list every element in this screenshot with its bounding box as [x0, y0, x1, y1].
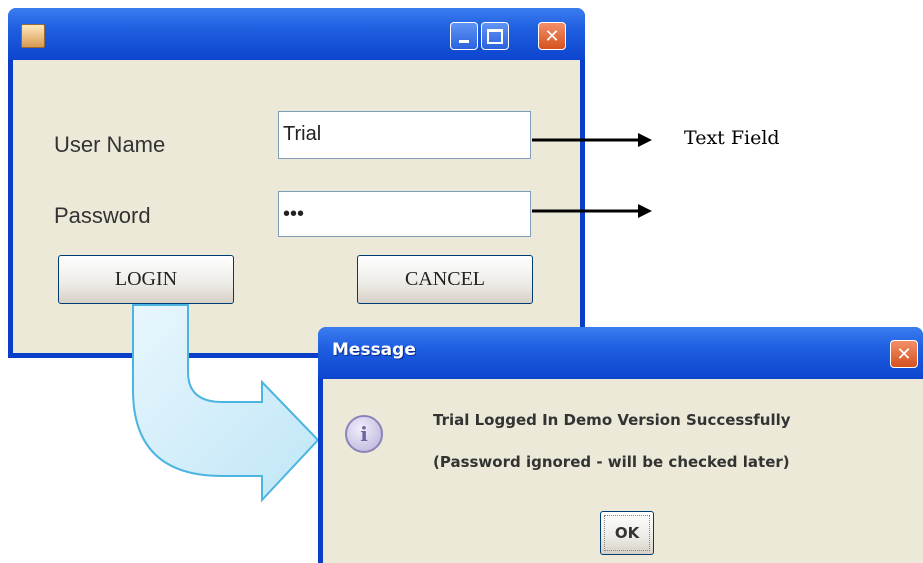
message-titlebar[interactable]: Message ✕: [318, 327, 923, 379]
message-body: i Trial Logged In Demo Version Successfu…: [323, 379, 923, 563]
message-line-1: Trial Logged In Demo Version Successfull…: [433, 411, 791, 429]
message-line-2: (Password ignored - will be checked late…: [433, 453, 790, 471]
close-icon: ✕: [896, 343, 912, 365]
login-flow-arrow: [132, 304, 320, 503]
ok-button[interactable]: OK: [600, 511, 654, 555]
message-close-button[interactable]: ✕: [890, 340, 918, 368]
info-glyph: i: [360, 422, 368, 446]
message-title: Message: [332, 340, 416, 360]
text-field-arrow-2: [532, 204, 652, 218]
info-icon: i: [345, 415, 383, 453]
message-dialog: Message ✕ i Trial Logged In Demo Version…: [318, 327, 923, 563]
text-field-annotation-label: Text Field: [684, 127, 780, 149]
text-field-arrow-1: [532, 133, 652, 147]
